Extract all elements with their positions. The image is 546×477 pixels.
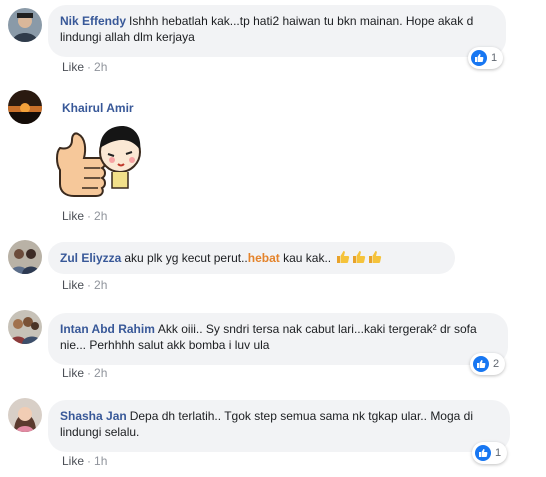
comment-time[interactable]: 2h xyxy=(94,60,107,74)
reaction-count: 1 xyxy=(495,447,502,459)
comment-time[interactable]: 2h xyxy=(94,278,107,292)
meta-separator: · xyxy=(87,209,92,223)
comment-author[interactable]: Shasha Jan xyxy=(60,409,127,423)
meta-separator: · xyxy=(87,366,92,380)
comment-author[interactable]: Khairul Amir xyxy=(62,101,134,115)
comment-text: kau kak.. xyxy=(279,251,332,265)
sunset-avatar-icon xyxy=(8,90,42,124)
like-link[interactable]: Like xyxy=(62,278,84,292)
like-link[interactable]: Like xyxy=(62,209,84,223)
man-avatar-icon xyxy=(8,8,42,42)
reactions-badge[interactable]: 2 xyxy=(470,353,506,375)
comment-meta: Like · 1h xyxy=(62,454,107,468)
comment-bubble: Nik Effendy Ishhh hebatlah kak...tp hati2… xyxy=(48,5,506,57)
group-avatar-icon xyxy=(8,310,42,344)
comment-bubble: Intan Abd Rahim Akk oiii.. Sy sndri tersa… xyxy=(48,313,508,365)
thumbs-up-cartoon-sticker xyxy=(52,118,144,204)
reaction-count: 2 xyxy=(493,358,500,370)
reactions-badge[interactable]: 1 xyxy=(468,47,504,69)
thumbs-up-emoji xyxy=(337,251,350,263)
reaction-count: 1 xyxy=(491,52,498,64)
like-reaction-icon xyxy=(475,445,491,461)
meta-separator: · xyxy=(87,454,92,468)
avatar[interactable] xyxy=(8,240,42,274)
comment-meta: Like · 2h xyxy=(62,60,107,74)
like-reaction-icon xyxy=(471,50,487,66)
avatar[interactable] xyxy=(8,398,42,432)
comment-text: aku plk yg kecut perut.. xyxy=(124,251,248,265)
reactions-badge[interactable]: 1 xyxy=(472,442,508,464)
comment-time[interactable]: 2h xyxy=(94,366,107,380)
comment-author[interactable]: Nik Effendy xyxy=(60,14,126,28)
avatar[interactable] xyxy=(8,310,42,344)
woman-avatar-icon xyxy=(8,398,42,432)
like-reaction-icon xyxy=(473,356,489,372)
comment-bubble: Shasha Jan Depa dh terlatih.. Tgok step s… xyxy=(48,400,510,452)
comment-time[interactable]: 1h xyxy=(94,454,107,468)
like-link[interactable]: Like xyxy=(62,454,84,468)
meta-separator: · xyxy=(87,60,92,74)
comment-meta: Like · 2h xyxy=(62,209,107,223)
comment-highlight: hebat xyxy=(247,251,280,265)
comment-meta: Like · 2h xyxy=(62,366,107,380)
thumbs-up-emoji xyxy=(353,251,366,263)
like-link[interactable]: Like xyxy=(62,366,84,380)
comment-time[interactable]: 2h xyxy=(94,209,107,223)
comment-author[interactable]: Intan Abd Rahim xyxy=(60,322,155,336)
thumbs-up-emoji xyxy=(369,251,382,263)
avatar[interactable] xyxy=(8,90,42,124)
avatar[interactable] xyxy=(8,8,42,42)
comment-bubble: Zul Eliyzza aku plk yg kecut perut..hebat… xyxy=(48,242,455,274)
meta-separator: · xyxy=(87,278,92,292)
like-link[interactable]: Like xyxy=(62,60,84,74)
comment-author[interactable]: Zul Eliyzza xyxy=(60,251,121,265)
comment-meta: Like · 2h xyxy=(62,278,107,292)
group-avatar-icon xyxy=(8,240,42,274)
